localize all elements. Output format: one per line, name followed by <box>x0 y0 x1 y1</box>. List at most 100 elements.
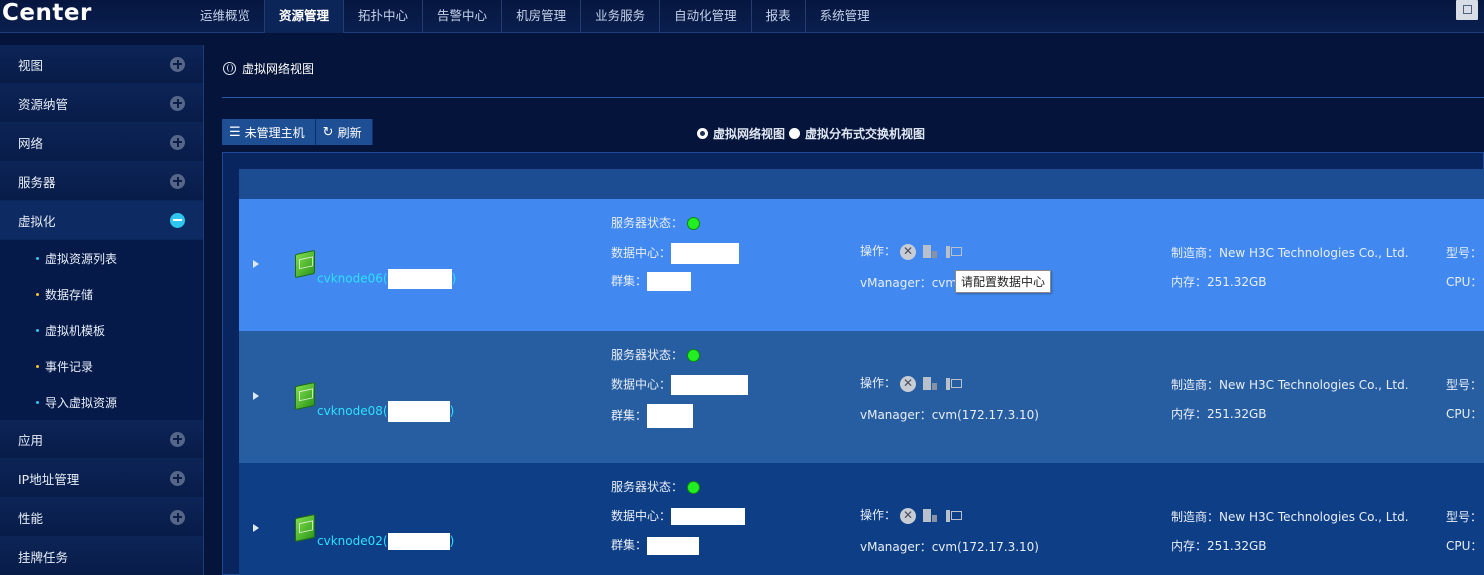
console-icon[interactable] <box>946 377 963 391</box>
unmanaged-hosts-label: 未管理主机 <box>244 125 305 140</box>
expand-plus-icon[interactable] <box>170 431 185 447</box>
radio-label: 虚拟分布式交换机视图 <box>805 127 926 141</box>
operations: 操作： ✕ <box>860 506 963 524</box>
status-ok-icon <box>687 481 701 494</box>
cpu: CPU： <box>1446 407 1483 421</box>
redacted-value <box>671 508 746 525</box>
panel-header-bar <box>239 169 1484 199</box>
host-name[interactable]: cvknode08() <box>317 401 454 422</box>
cluster: 群集： <box>611 272 692 291</box>
nav-item-business-service[interactable]: 业务服务 <box>581 0 661 33</box>
sidebar-subitem-import-virtual-resource[interactable]: 导入虚拟资源 <box>0 384 203 420</box>
console-icon[interactable] <box>946 509 963 523</box>
expand-plus-icon[interactable] <box>170 56 185 72</box>
nav-item-reports[interactable]: 报表 <box>752 0 806 33</box>
radio-label: 虚拟网络视图 <box>713 127 786 141</box>
server-status: 服务器状态： <box>611 214 701 231</box>
cluster: 群集： <box>611 536 700 555</box>
main-nav: 运维概览 资源管理 拓扑中心 告警中心 机房管理 业务服务 自动化管理 报表 系… <box>186 0 884 33</box>
redacted-ip <box>387 533 450 550</box>
expand-plus-icon[interactable] <box>170 509 185 525</box>
bullet-icon <box>36 292 39 296</box>
expand-arrow-icon[interactable] <box>253 392 259 400</box>
sidebar-item-resource-onboarding[interactable]: 资源纳管 <box>0 84 203 123</box>
sidebar-item-performance[interactable]: 性能 <box>0 498 203 537</box>
host-name[interactable]: cvknode02() <box>317 533 454 550</box>
unmanaged-hosts-button[interactable]: ☰ 未管理主机 <box>222 119 316 145</box>
sidebar-subitem-label: 虚拟机模板 <box>45 323 106 338</box>
sidebar-subitem-vm-template[interactable]: 虚拟机模板 <box>0 312 203 348</box>
redacted-value <box>671 243 740 264</box>
manufacturer: 制造商：New H3C Technologies Co., Ltd. <box>1171 246 1409 260</box>
host-row[interactable]: cvknode08() 服务器状态： 数据中心： 群集： 操作： ✕ vManag… <box>239 331 1484 463</box>
sidebar-item-label: 服务器 <box>18 174 56 190</box>
host-row[interactable]: cvknode06() 服务器状态： 数据中心： 群集： 操作： ✕ vManag… <box>239 199 1484 331</box>
nav-item-topology[interactable]: 拓扑中心 <box>344 0 424 33</box>
sidebar-item-view[interactable]: 视图 <box>0 45 203 84</box>
redacted-value <box>647 404 694 428</box>
memory: 内存：251.32GB <box>1171 407 1267 421</box>
sidebar-item-label: IP地址管理 <box>18 471 80 487</box>
radio-distributed-switch-view[interactable]: 虚拟分布式交换机视图 <box>789 125 925 142</box>
tooltip: 请配置数据中心 <box>955 270 1052 293</box>
bullet-icon <box>36 400 39 404</box>
radio-checked-icon[interactable] <box>697 128 708 139</box>
server-icon <box>295 249 315 279</box>
host-detail-icon[interactable] <box>923 376 938 391</box>
sidebar-item-label: 性能 <box>18 510 44 526</box>
sidebar-item-label: 视图 <box>18 57 44 73</box>
host-row[interactable]: cvknode02() 服务器状态： 数据中心： 群集： 操作： ✕ vManag… <box>239 463 1484 575</box>
server-icon <box>295 381 315 411</box>
expand-arrow-icon[interactable] <box>253 260 259 268</box>
nav-item-alarm[interactable]: 告警中心 <box>423 0 503 33</box>
server-status: 服务器状态： <box>611 346 701 363</box>
nav-item-overview[interactable]: 运维概览 <box>186 0 266 33</box>
expand-plus-icon[interactable] <box>170 134 185 150</box>
host-list-panel: cvknode06() 服务器状态： 数据中心： 群集： 操作： ✕ vManag… <box>222 152 1484 575</box>
window-restore-icon[interactable] <box>1456 0 1478 20</box>
expand-plus-icon[interactable] <box>170 95 185 111</box>
host-detail-icon[interactable] <box>923 244 938 259</box>
server-status: 服务器状态： <box>611 478 701 495</box>
expand-plus-icon[interactable] <box>170 173 185 189</box>
toolbar: ☰ 未管理主机 ↻ 刷新 <box>222 119 373 145</box>
disconnect-icon[interactable]: ✕ <box>900 507 917 524</box>
sidebar-item-listing-tasks[interactable]: 挂牌任务 <box>0 537 203 575</box>
disconnect-icon[interactable]: ✕ <box>900 243 917 260</box>
radio-virtual-network-view[interactable]: 虚拟网络视图 <box>697 125 785 142</box>
host-detail-icon[interactable] <box>923 508 938 523</box>
refresh-button[interactable]: ↻ 刷新 <box>315 119 373 145</box>
sidebar-subitem-datastore[interactable]: 数据存储 <box>0 276 203 312</box>
radio-unchecked-icon[interactable] <box>789 128 801 139</box>
nav-item-machine-room[interactable]: 机房管理 <box>502 0 582 33</box>
model: 型号： <box>1446 510 1483 524</box>
bullet-icon <box>36 256 39 260</box>
sidebar-item-virtualization[interactable]: 虚拟化 <box>0 201 203 240</box>
sidebar-subitem-virtual-resource-list[interactable]: 虚拟资源列表 <box>0 240 203 276</box>
sidebar-item-application[interactable]: 应用 <box>0 420 203 459</box>
console-icon[interactable] <box>946 245 963 259</box>
sidebar-item-server[interactable]: 服务器 <box>0 162 203 201</box>
sidebar-item-ip-management[interactable]: IP地址管理 <box>0 459 203 498</box>
collapse-minus-icon[interactable] <box>170 212 185 228</box>
nav-item-system[interactable]: 系统管理 <box>806 0 884 33</box>
host-name[interactable]: cvknode06() <box>317 269 456 289</box>
expand-plus-icon[interactable] <box>170 470 185 486</box>
view-mode-selector: 虚拟网络视图 虚拟分布式交换机视图 <box>697 125 929 142</box>
sidebar-subitem-label: 事件记录 <box>45 359 94 374</box>
nav-item-automation[interactable]: 自动化管理 <box>660 0 752 33</box>
expand-arrow-icon[interactable] <box>253 524 259 532</box>
redacted-value <box>647 272 692 291</box>
disconnect-icon[interactable]: ✕ <box>900 375 917 392</box>
memory: 内存：251.32GB <box>1171 539 1267 553</box>
cpu: CPU： <box>1446 539 1483 553</box>
sidebar-item-network[interactable]: 网络 <box>0 123 203 162</box>
sidebar-subitem-event-log[interactable]: 事件记录 <box>0 348 203 384</box>
manufacturer: 制造商：New H3C Technologies Co., Ltd. <box>1171 378 1409 392</box>
operations: 操作： ✕ <box>860 374 963 392</box>
sidebar-item-label: 网络 <box>18 135 44 151</box>
cluster: 群集： <box>611 404 694 428</box>
nav-item-resource-management[interactable]: 资源管理 <box>265 0 345 33</box>
top-navigation-bar: Center 运维概览 资源管理 拓扑中心 告警中心 机房管理 业务服务 自动化… <box>0 0 1484 33</box>
refresh-label: 刷新 <box>337 125 362 140</box>
